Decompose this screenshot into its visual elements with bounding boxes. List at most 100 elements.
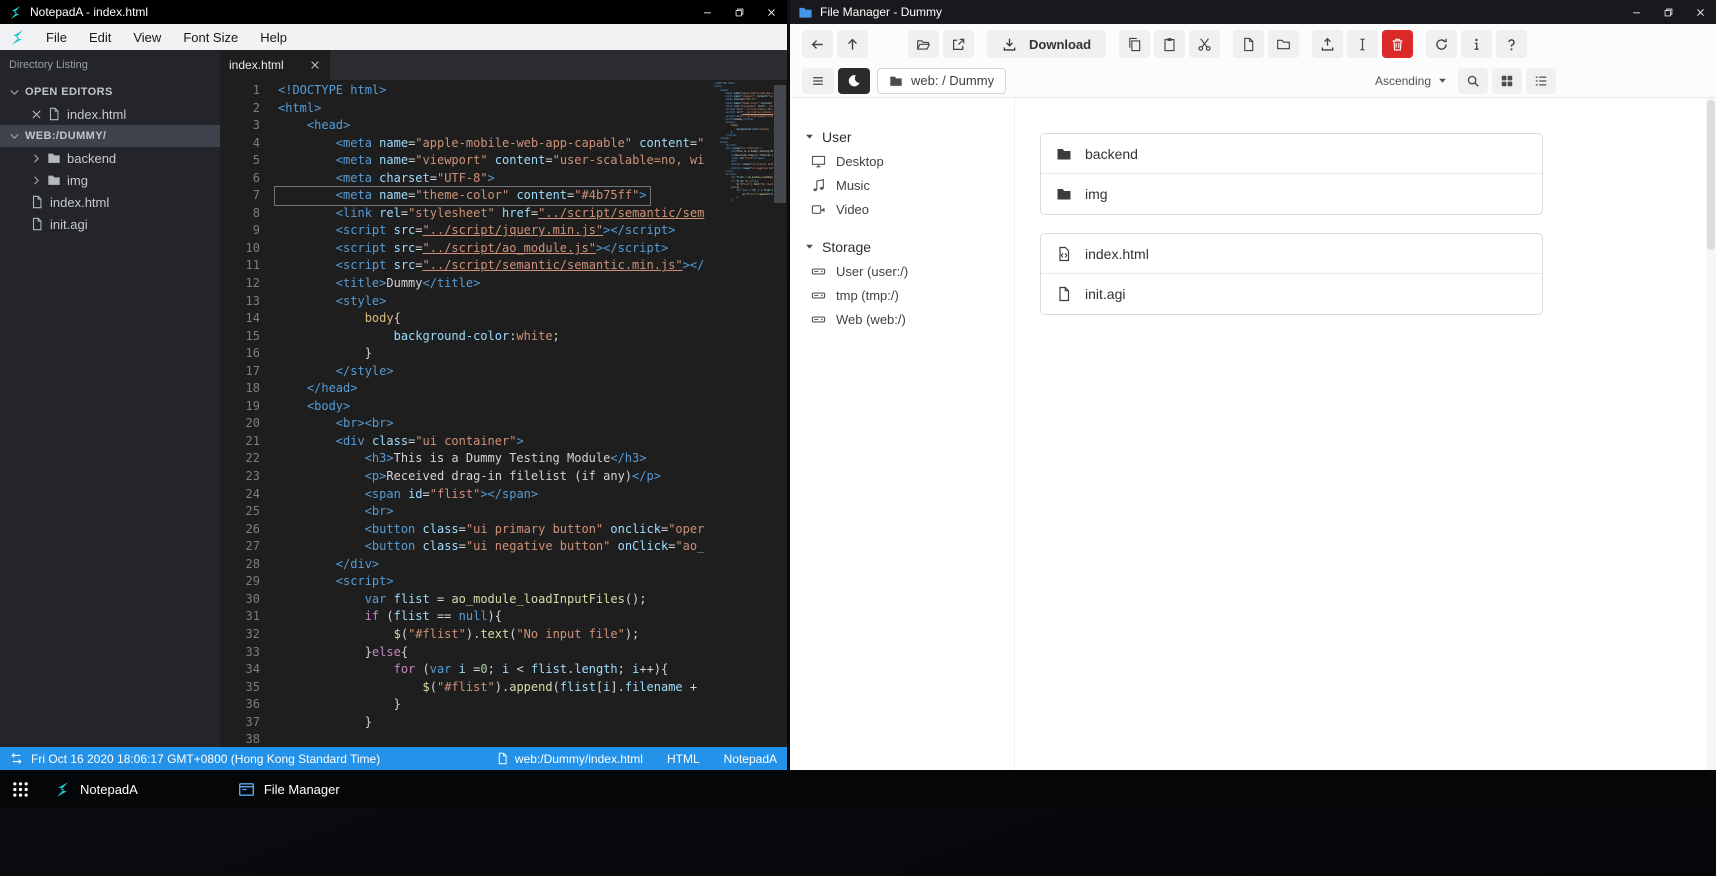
list-view-button[interactable] [1526,67,1556,94]
code-line[interactable]: 15 background-color:white; [220,328,711,346]
code-line[interactable]: 17 </style> [220,363,711,381]
rename-button[interactable] [1347,30,1379,58]
restore-button[interactable] [723,0,755,24]
code-line[interactable]: 12 <title>Dummy</title> [220,275,711,293]
code-line[interactable]: 3 <head> [220,117,711,135]
sidebar-item-desktop[interactable]: Desktop [790,149,1014,173]
code-line[interactable]: 18 </head> [220,380,711,398]
close-button[interactable] [755,0,787,24]
code-line[interactable]: 36 } [220,696,711,714]
code-line[interactable]: 11 <script src="../script/semantic/seman… [220,257,711,275]
delete-button[interactable] [1382,30,1414,58]
theme-toggle-button[interactable] [838,67,870,94]
tree-item-img[interactable]: img [0,169,220,191]
code-line[interactable]: 26 <button class="ui primary button" onc… [220,521,711,539]
tab-index-html[interactable]: index.html [220,50,330,80]
help-button[interactable] [1496,30,1528,58]
code-line[interactable]: 8 <link rel="stylesheet" href="../script… [220,205,711,223]
minimize-button[interactable] [691,0,723,24]
sidebar-item-tmp-tmp[interactable]: tmp (tmp:/) [790,283,1014,307]
code-line[interactable]: 10 <script src="../script/ao_module.js">… [220,240,711,258]
open-button[interactable] [908,30,939,58]
close-button[interactable] [1684,0,1716,24]
code-line[interactable]: 19 <body> [220,398,711,416]
code-line[interactable]: 25 <br> [220,503,711,521]
file-row-index-html[interactable]: index.html [1041,234,1542,274]
cut-button[interactable] [1189,30,1221,58]
up-button[interactable] [837,30,868,58]
properties-button[interactable] [1461,30,1493,58]
grid-view-button[interactable] [1492,67,1522,94]
status-file-path[interactable]: web:/Dummy/index.html [496,752,643,766]
tree-item-backend[interactable]: backend [0,147,220,169]
file-row-backend[interactable]: backend [1041,134,1542,174]
taskbar-item-file-manager[interactable]: File Manager [224,770,354,808]
sidebar-item-music[interactable]: Music [790,173,1014,197]
code-line[interactable]: 4 <meta name="apple-mobile-web-app-capab… [220,135,711,153]
copy-button[interactable] [1119,30,1151,58]
code-line[interactable]: 31 if (flist == null){ [220,608,711,626]
code-line[interactable]: 22 <h3>This is a Dummy Testing Module</h… [220,450,711,468]
breadcrumb[interactable]: web: / Dummy [877,67,1007,94]
editor-scrollbar[interactable] [773,80,787,747]
tree-item-init-agi[interactable]: init.agi [0,213,220,235]
taskbar-item-notepada[interactable]: NotepadA [40,770,152,808]
code-line[interactable]: 35 $("#flist").append(flist[i].filename … [220,679,711,697]
code-line[interactable]: 20 <br><br> [220,415,711,433]
tree-section-web-dummy[interactable]: WEB:/DUMMY/ [0,125,220,147]
code-line[interactable]: 5 <meta name="viewport" content="user-sc… [220,152,711,170]
sidebar-item-user-user[interactable]: User (user:/) [790,259,1014,283]
menu-file[interactable]: File [35,24,78,50]
sidebar-group-header-storage[interactable]: Storage [790,234,1014,259]
code-line[interactable]: 30 var flist = ao_module_loadInputFiles(… [220,591,711,609]
code-line[interactable]: 16 } [220,345,711,363]
download-button[interactable]: Download [987,30,1107,58]
tab-close-icon[interactable] [309,59,321,71]
menu-view[interactable]: View [122,24,172,50]
scrollbar-thumb[interactable] [1707,100,1715,250]
code-line[interactable]: 13 <style> [220,293,711,311]
upload-button[interactable] [1312,30,1344,58]
code-line[interactable]: 14 body{ [220,310,711,328]
code-line[interactable]: 34 for (var i =0; i < flist.length; i++)… [220,661,711,679]
code-line[interactable]: 33 }else{ [220,644,711,662]
status-language[interactable]: HTML [667,752,700,766]
restore-button[interactable] [1652,0,1684,24]
code-lines[interactable]: 1 <!DOCTYPE html> 2 <html> 3 <head> 4 <meta n… [220,82,711,747]
code-line[interactable]: 24 <span id="flist"></span> [220,486,711,504]
tree-section-open-editors[interactable]: OPEN EDITORS [0,81,220,103]
minimize-button[interactable] [1620,0,1652,24]
sidebar-group-header-user[interactable]: User [790,124,1014,149]
refresh-button[interactable] [1426,30,1458,58]
code-line[interactable]: 28 </div> [220,556,711,574]
code-line[interactable]: 21 <div class="ui container"> [220,433,711,451]
code-line[interactable]: 9 <script src="../script/jquery.min.js">… [220,222,711,240]
code-line[interactable]: 29 <script> [220,573,711,591]
code-line[interactable]: 38 [220,731,711,747]
sidebar-item-video[interactable]: Video [790,197,1014,221]
code-line[interactable]: 6 <meta charset="UTF-8"> [220,170,711,188]
code-line[interactable]: 1 <!DOCTYPE html> [220,82,711,100]
code-line[interactable]: 23 <p>Received drag-in filelist (if any)… [220,468,711,486]
file-row-init-agi[interactable]: init.agi [1041,274,1542,314]
menu-font-size[interactable]: Font Size [172,24,249,50]
file-row-img[interactable]: img [1041,174,1542,214]
code-line[interactable]: 32 $("#flist").text("No input file"); [220,626,711,644]
open-in-new-window-button[interactable] [943,30,974,58]
code-line[interactable]: 2 <html> [220,100,711,118]
tree-item-index-html[interactable]: index.html [0,191,220,213]
sort-dropdown[interactable]: Ascending [1375,74,1448,88]
search-button[interactable] [1458,67,1488,94]
new-file-button[interactable] [1233,30,1265,58]
menu-edit[interactable]: Edit [78,24,122,50]
menu-button[interactable] [802,67,834,94]
menu-help[interactable]: Help [249,24,298,50]
filemanager-scrollbar[interactable] [1706,98,1716,770]
code-line[interactable]: 27 <button class="ui negative button" on… [220,538,711,556]
paste-button[interactable] [1154,30,1186,58]
sidebar-item-web-web[interactable]: Web (web:/) [790,307,1014,331]
code-editor[interactable]: 1 <!DOCTYPE html> 2 <html> 3 <head> 4 <meta n… [220,80,787,747]
app-launcher-button[interactable] [0,770,40,808]
minimap[interactable]: <!DOCTYPE html> <html> <head> <meta name=… [711,82,773,747]
tree-item-index-html[interactable]: index.html [0,103,220,125]
